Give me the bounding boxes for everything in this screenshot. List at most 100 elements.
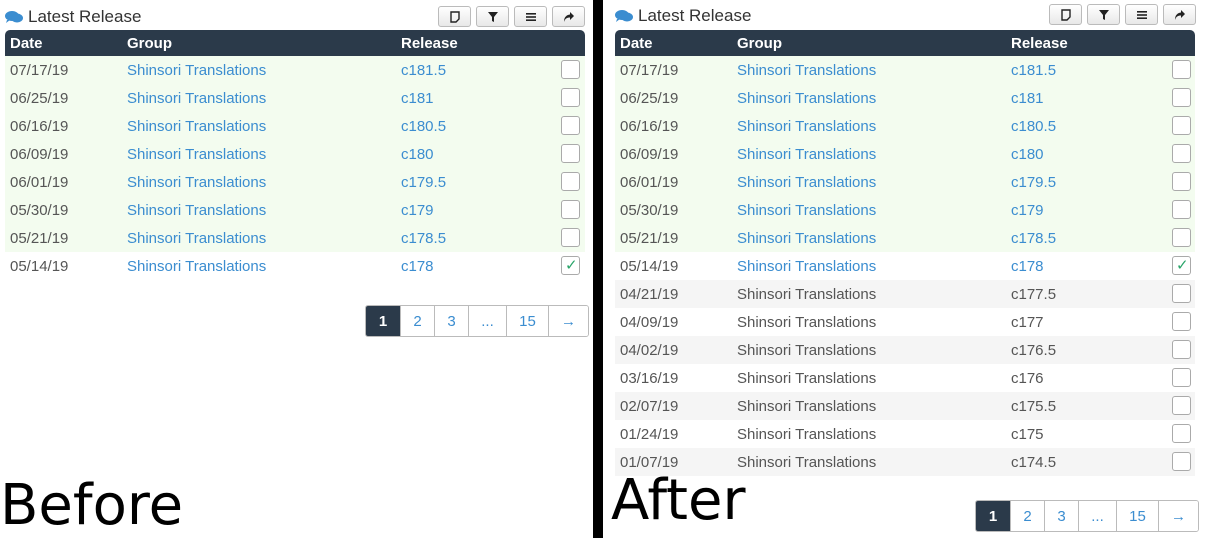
next-page-button[interactable]: → — [1158, 501, 1198, 531]
group-link[interactable]: Shinsori Translations — [127, 62, 266, 79]
release-column-header[interactable]: Release — [1011, 35, 1068, 52]
share-button[interactable] — [1163, 4, 1196, 25]
group-link[interactable]: Shinsori Translations — [737, 230, 876, 247]
release-link[interactable]: c181 — [1011, 90, 1044, 107]
release-date: 06/16/19 — [620, 118, 679, 135]
release-link: c174.5 — [1011, 454, 1057, 471]
release-link[interactable]: c181 — [401, 90, 434, 107]
group-link[interactable]: Shinsori Translations — [127, 118, 266, 135]
release-date: 06/01/19 — [620, 174, 679, 191]
group-link[interactable]: Shinsori Translations — [737, 258, 876, 275]
read-checkbox[interactable] — [1172, 228, 1191, 247]
list-icon — [525, 12, 536, 21]
panel-title: Latest Release — [615, 6, 751, 26]
filter-button[interactable] — [476, 6, 509, 27]
page-1-button[interactable]: 1 — [976, 501, 1010, 531]
page-2-button[interactable]: 2 — [400, 306, 434, 336]
group-link[interactable]: Shinsori Translations — [737, 174, 876, 191]
page-2-button[interactable]: 2 — [1010, 501, 1044, 531]
date-column-header[interactable]: Date — [620, 35, 653, 52]
release-link[interactable]: c179 — [1011, 202, 1044, 219]
table-row: 06/25/19 Shinsori Translations c181 — [615, 84, 1195, 112]
read-checkbox[interactable] — [1172, 172, 1191, 191]
read-checkbox[interactable] — [1172, 200, 1191, 219]
read-checkbox[interactable] — [1172, 340, 1191, 359]
release-link[interactable]: c180 — [401, 146, 434, 163]
release-link[interactable]: c180.5 — [401, 118, 446, 135]
page-3-button[interactable]: 3 — [434, 306, 468, 336]
read-checkbox[interactable] — [561, 144, 580, 163]
table-row: 05/21/19 Shinsori Translations c178.5 — [5, 224, 585, 252]
note-button[interactable] — [1049, 4, 1082, 25]
read-checkbox[interactable] — [561, 228, 580, 247]
release-link[interactable]: c178.5 — [401, 230, 446, 247]
release-link[interactable]: c180.5 — [1011, 118, 1056, 135]
menu-button[interactable] — [1125, 4, 1158, 25]
table-row: 05/30/19 Shinsori Translations c179 — [5, 196, 585, 224]
group-link[interactable]: Shinsori Translations — [127, 258, 266, 275]
release-link[interactable]: c179.5 — [1011, 174, 1056, 191]
release-link[interactable]: c178 — [1011, 258, 1044, 275]
read-checkbox[interactable] — [1172, 368, 1191, 387]
release-link: c177.5 — [1011, 286, 1057, 303]
read-checkbox[interactable] — [561, 256, 580, 275]
read-checkbox[interactable] — [1172, 396, 1191, 415]
release-date: 06/09/19 — [10, 146, 69, 163]
filter-button[interactable] — [1087, 4, 1120, 25]
group-link[interactable]: Shinsori Translations — [127, 146, 266, 163]
group-link[interactable]: Shinsori Translations — [127, 230, 266, 247]
note-button[interactable] — [438, 6, 471, 27]
read-checkbox[interactable] — [561, 172, 580, 191]
read-checkbox[interactable] — [1172, 312, 1191, 331]
read-checkbox[interactable] — [1172, 284, 1191, 303]
read-checkbox[interactable] — [1172, 424, 1191, 443]
release-link[interactable]: c181.5 — [401, 62, 446, 79]
read-checkbox[interactable] — [1172, 144, 1191, 163]
group-link[interactable]: Shinsori Translations — [127, 174, 266, 191]
menu-button[interactable] — [514, 6, 547, 27]
release-link[interactable]: c178.5 — [1011, 230, 1056, 247]
group-column-header[interactable]: Group — [737, 35, 782, 52]
group-link[interactable]: Shinsori Translations — [737, 62, 876, 79]
read-checkbox[interactable] — [561, 200, 580, 219]
release-link[interactable]: c181.5 — [1011, 62, 1056, 79]
toolbar — [1049, 4, 1196, 25]
group-link: Shinsori Translations — [737, 370, 877, 387]
release-date: 02/07/19 — [620, 398, 679, 415]
release-date: 05/21/19 — [620, 230, 679, 247]
release-link[interactable]: c179.5 — [401, 174, 446, 191]
group-link[interactable]: Shinsori Translations — [127, 90, 266, 107]
group-link[interactable]: Shinsori Translations — [737, 202, 876, 219]
read-checkbox[interactable] — [561, 88, 580, 107]
group-link[interactable]: Shinsori Translations — [737, 118, 876, 135]
read-checkbox[interactable] — [1172, 88, 1191, 107]
read-checkbox[interactable] — [1172, 256, 1191, 275]
page-3-button[interactable]: 3 — [1044, 501, 1078, 531]
read-checkbox[interactable] — [1172, 116, 1191, 135]
table-row: 06/09/19 Shinsori Translations c180 — [615, 140, 1195, 168]
next-page-button[interactable]: → — [548, 306, 588, 336]
group-link[interactable]: Shinsori Translations — [737, 146, 876, 163]
release-date: 04/21/19 — [620, 286, 679, 303]
read-checkbox[interactable] — [1172, 60, 1191, 79]
release-column-header[interactable]: Release — [401, 35, 458, 52]
group-link[interactable]: Shinsori Translations — [127, 202, 266, 219]
group-link: Shinsori Translations — [737, 314, 877, 331]
panel-title: Latest Release — [5, 7, 141, 27]
group-column-header[interactable]: Group — [127, 35, 172, 52]
page-15-button[interactable]: 15 — [506, 306, 548, 336]
table-row: 05/14/19 Shinsori Translations c178 — [5, 252, 585, 280]
release-link[interactable]: c180 — [1011, 146, 1044, 163]
read-checkbox[interactable] — [561, 60, 580, 79]
panel-title-text: Latest Release — [28, 7, 142, 26]
share-button[interactable] — [552, 6, 585, 27]
page-15-button[interactable]: 15 — [1116, 501, 1158, 531]
release-link[interactable]: c178 — [401, 258, 434, 275]
table-row: 07/17/19 Shinsori Translations c181.5 — [5, 56, 585, 84]
read-checkbox[interactable] — [1172, 452, 1191, 471]
read-checkbox[interactable] — [561, 116, 580, 135]
release-link[interactable]: c179 — [401, 202, 434, 219]
page-1-button[interactable]: 1 — [366, 306, 400, 336]
date-column-header[interactable]: Date — [10, 35, 43, 52]
group-link[interactable]: Shinsori Translations — [737, 90, 876, 107]
